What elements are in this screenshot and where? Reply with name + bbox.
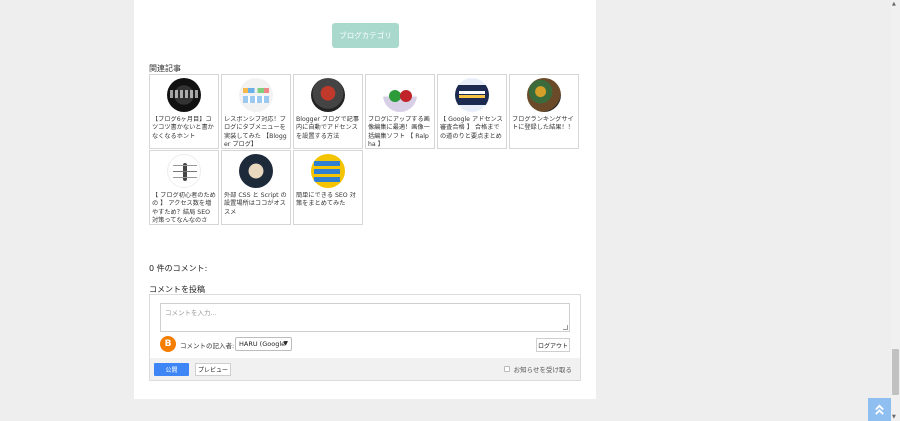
comment-writer-select[interactable]: HARU (Google ▼ [235, 337, 292, 351]
comment-form-footer: 公開 プレビュー お知らせを受け取る [150, 358, 580, 380]
related-post-title[interactable]: ブログにアップする画像編集に最適！画像一括編集ソフト 【 Ralpha 】 [368, 116, 432, 148]
related-post-title[interactable]: 外部 CSS と Script の設置場所はココがオススメ [224, 192, 288, 217]
post-thumbnail [239, 154, 273, 188]
notify-option[interactable]: お知らせを受け取る [503, 364, 572, 374]
related-post-card[interactable]: ブログランキングサイトに登録した結果！！ [509, 74, 579, 149]
comment-count: 0 件のコメント: [149, 264, 208, 273]
related-post-card[interactable]: 【ブログ6ヶ月目】コツコツ書かないと書かなくなるホント [149, 74, 219, 149]
related-post-title[interactable]: レスポンシブ対応！ブログにタブメニューを実装してみた 【Blogger ブログ】 [224, 116, 288, 148]
post-thumbnail [239, 78, 273, 112]
blog-category-button[interactable]: ブログカテゴリ [332, 23, 399, 48]
preview-button[interactable]: プレビュー [195, 363, 231, 376]
scroll-down-icon[interactable]: ▼ [892, 414, 896, 420]
post-thumbnail [527, 78, 561, 112]
page-scrollbar[interactable]: ▲ ▼ [891, 0, 900, 421]
resize-handle-icon[interactable] [563, 325, 568, 330]
publish-button[interactable]: 公開 [154, 363, 189, 376]
related-post-title[interactable]: Blogger ブログで記事内に自動でアドセンスを設置する方法 [296, 116, 360, 141]
back-to-top-button[interactable] [868, 398, 891, 421]
related-post-card[interactable]: 【 ブログ初心者のための 】 アクセス数を増やすため？結局 SEO 対策ってなん… [149, 150, 219, 225]
related-post-title[interactable]: 【ブログ6ヶ月目】コツコツ書かないと書かなくなるホント [152, 116, 216, 141]
blogger-icon: B [160, 336, 176, 352]
related-post-card[interactable]: ブログにアップする画像編集に最適！画像一括編集ソフト 【 Ralpha 】 [365, 74, 435, 149]
post-thumbnail [167, 78, 201, 112]
post-thumbnail [311, 78, 345, 112]
comment-textarea[interactable]: コメントを入力... [160, 303, 570, 332]
related-post-title[interactable]: 【 ブログ初心者のための 】 アクセス数を増やすため？結局 SEO 対策ってなん… [152, 192, 216, 224]
post-thumbnail [311, 154, 345, 188]
comment-placeholder: コメントを入力... [165, 309, 217, 317]
comment-form: コメントを入力... B コメントの記入者: HARU (Google ▼ ログ… [149, 294, 581, 381]
post-thumbnail [383, 78, 417, 112]
notify-checkbox[interactable] [503, 366, 510, 372]
dropdown-arrow-icon: ▼ [283, 340, 288, 347]
scroll-up-icon[interactable]: ▲ [892, 1, 896, 7]
related-post-title[interactable]: 簡単にできる SEO 対策をまとめてみた [296, 192, 360, 209]
double-chevron-up-icon [875, 404, 884, 415]
comment-writer-label: コメントの記入者: [180, 342, 235, 350]
related-post-card[interactable]: 【 Google アドセンス審査合格 】 合格までの道のりと要点まとめ [437, 74, 507, 149]
related-post-card[interactable]: レスポンシブ対応！ブログにタブメニューを実装してみた 【Blogger ブログ】 [221, 74, 291, 149]
related-post-title[interactable]: ブログランキングサイトに登録した結果！！ [512, 116, 576, 133]
related-post-card[interactable]: 外部 CSS と Script の設置場所はココがオススメ [221, 150, 291, 225]
related-posts-grid: 【ブログ6ヶ月目】コツコツ書かないと書かなくなるホント レスポンシブ対応！ブログ… [149, 74, 581, 225]
post-thumbnail [455, 78, 489, 112]
comment-writer-value: HARU (Google [239, 340, 286, 348]
notify-label: お知らせを受け取る [513, 366, 572, 374]
scrollbar-thumb[interactable] [892, 349, 899, 395]
post-thumbnail [167, 154, 201, 188]
related-posts-heading: 関連記事 [149, 64, 181, 73]
related-post-card[interactable]: 簡単にできる SEO 対策をまとめてみた [293, 150, 363, 225]
related-post-title[interactable]: 【 Google アドセンス審査合格 】 合格までの道のりと要点まとめ [440, 116, 504, 141]
related-post-card[interactable]: Blogger ブログで記事内に自動でアドセンスを設置する方法 [293, 74, 363, 149]
logout-button[interactable]: ログアウト [536, 338, 570, 352]
